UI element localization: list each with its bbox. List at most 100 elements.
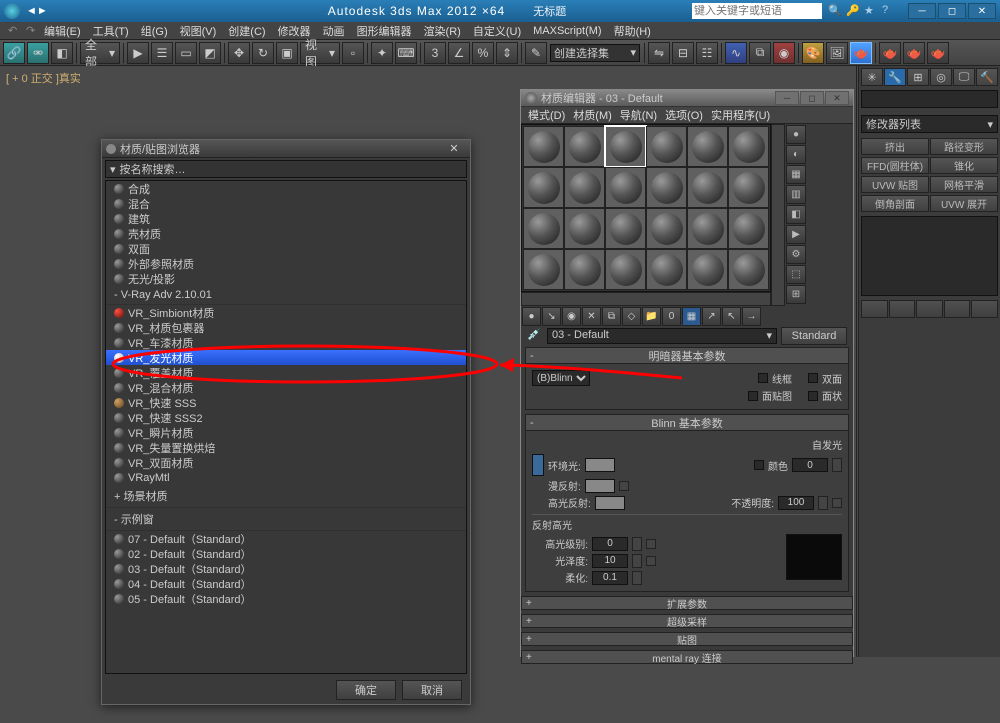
- list-item[interactable]: 混合: [106, 196, 466, 211]
- render-last-icon[interactable]: 🫖: [903, 42, 925, 64]
- curve-editor-icon[interactable]: ∿: [725, 42, 747, 64]
- sample-slot[interactable]: [687, 167, 728, 208]
- history-back[interactable]: ◄: [26, 5, 37, 17]
- sample-slot[interactable]: [564, 208, 605, 249]
- ref-coord[interactable]: 视图 ▾: [300, 42, 340, 64]
- list-item[interactable]: 04 - Default（Standard）: [106, 576, 466, 591]
- mod-unwrap[interactable]: UVW 展开: [930, 195, 998, 212]
- help-search-input[interactable]: [692, 5, 822, 17]
- list-item[interactable]: VR_快速 SSS2: [106, 410, 466, 425]
- pivot-icon[interactable]: ▫: [342, 42, 364, 64]
- mod-taper[interactable]: 锥化: [930, 157, 998, 174]
- show-end-icon[interactable]: ↗: [702, 307, 721, 326]
- gloss-map-button[interactable]: [646, 556, 656, 566]
- mateditor-titlebar[interactable]: 材质编辑器 - 03 - Default ─ ◻ ✕: [521, 90, 853, 107]
- selfillum-value[interactable]: 0: [792, 458, 828, 472]
- tab-hierarchy[interactable]: ⊞: [907, 68, 929, 86]
- sample-slot[interactable]: [728, 167, 769, 208]
- reset-map-icon[interactable]: ✕: [582, 307, 601, 326]
- tab-create[interactable]: ✳: [861, 68, 883, 86]
- mod-extrude[interactable]: 挤出: [861, 138, 929, 155]
- mod-meshsmooth[interactable]: 网格平滑: [930, 176, 998, 193]
- gloss-value[interactable]: 10: [592, 554, 628, 568]
- rollup-maps-hdr[interactable]: +贴图: [521, 632, 853, 646]
- list-item[interactable]: VR_Simbiont材质: [106, 305, 466, 320]
- sample-slot[interactable]: [728, 126, 769, 167]
- help-search[interactable]: [692, 3, 822, 19]
- spinner-snap-icon[interactable]: ⇕: [496, 42, 518, 64]
- material-name-input[interactable]: 03 - Default▾: [547, 328, 777, 344]
- modifier-stack[interactable]: [861, 216, 998, 296]
- tab-motion[interactable]: ◎: [930, 68, 952, 86]
- show-endresult-icon[interactable]: [889, 300, 916, 318]
- group-scene[interactable]: + 场景材质: [106, 485, 466, 508]
- sample-type-icon[interactable]: ●: [786, 125, 806, 144]
- menu-utilities[interactable]: 实用程序(U): [708, 107, 773, 123]
- maximize-button[interactable]: ◻: [938, 3, 966, 19]
- list-item[interactable]: VR_混合材质: [106, 380, 466, 395]
- video-check-icon[interactable]: ◧: [786, 205, 806, 224]
- list-item[interactable]: VR_覆盖材质: [106, 365, 466, 380]
- put-to-scene-icon[interactable]: ↘: [542, 307, 561, 326]
- spinner[interactable]: [832, 458, 842, 472]
- remove-mod-icon[interactable]: [944, 300, 971, 318]
- mateditor-min[interactable]: ─: [775, 91, 799, 105]
- mod-bevelprof[interactable]: 倒角剖面: [861, 195, 929, 212]
- sample-uv-icon[interactable]: ▥: [786, 185, 806, 204]
- menu-options[interactable]: 选项(O): [662, 107, 706, 123]
- mirror-icon[interactable]: ⇋: [648, 42, 670, 64]
- window-crossing-icon[interactable]: ◩: [199, 42, 221, 64]
- sample-slot[interactable]: [646, 126, 687, 167]
- rollup-shader-hdr[interactable]: -明暗器基本参数: [526, 348, 848, 364]
- configure-icon[interactable]: [971, 300, 998, 318]
- tab-modify[interactable]: 🔧: [884, 68, 906, 86]
- modifier-list[interactable]: 修改器列表▾: [861, 115, 998, 133]
- list-item[interactable]: 07 - Default（Standard）: [106, 531, 466, 546]
- menu-material[interactable]: 材质(M): [570, 107, 615, 123]
- viewport-area[interactable]: [ + 0 正交 ]真实 ✳ 🔧 ⊞ ◎ 🖵 🔨 修改器列表▾ 挤出路径变形 F…: [0, 66, 1000, 657]
- menu-customize[interactable]: 自定义(U): [469, 23, 525, 39]
- angle-snap-icon[interactable]: ∠: [448, 42, 470, 64]
- manip-icon[interactable]: ✦: [371, 42, 393, 64]
- link-icon[interactable]: 🔗: [3, 42, 25, 64]
- sample-slot[interactable]: [646, 167, 687, 208]
- list-item[interactable]: 外部参照材质: [106, 256, 466, 271]
- faceted-checkbox[interactable]: [808, 391, 818, 401]
- select-icon[interactable]: ▶: [127, 42, 149, 64]
- sample-slot[interactable]: [523, 126, 564, 167]
- list-item[interactable]: 03 - Default（Standard）: [106, 561, 466, 576]
- mod-uvwmap[interactable]: UVW 贴图: [861, 176, 929, 193]
- background-icon[interactable]: ▦: [786, 165, 806, 184]
- redo-icon[interactable]: ↷: [22, 24, 36, 37]
- rollup-ss-hdr[interactable]: +超级采样: [521, 614, 853, 628]
- list-item[interactable]: VR_车漆材质: [106, 335, 466, 350]
- tab-display[interactable]: 🖵: [953, 68, 975, 86]
- mat-map-nav-icon[interactable]: ⊞: [786, 285, 806, 304]
- matbrowser-search[interactable]: 按名称搜索…: [105, 160, 467, 178]
- spinner[interactable]: [632, 537, 642, 551]
- ambient-swatch[interactable]: [585, 458, 615, 472]
- scale-icon[interactable]: ▣: [276, 42, 298, 64]
- viewport-label[interactable]: [ + 0 正交 ]真实: [6, 70, 81, 86]
- opacity-map-button[interactable]: [832, 498, 842, 508]
- region-rect-icon[interactable]: ▭: [175, 42, 197, 64]
- sample-slot[interactable]: [687, 126, 728, 167]
- sample-vscroll[interactable]: [771, 124, 785, 306]
- sample-slot[interactable]: [646, 249, 687, 290]
- history-fwd[interactable]: ►: [37, 5, 48, 17]
- mateditor-max[interactable]: ◻: [800, 91, 824, 105]
- spinner[interactable]: [818, 496, 828, 510]
- spinner[interactable]: [632, 554, 642, 568]
- soften-value[interactable]: 0.1: [592, 571, 628, 585]
- list-item[interactable]: 双面: [106, 241, 466, 256]
- backlight-icon[interactable]: ◐: [786, 145, 806, 164]
- named-selset[interactable]: 创建选择集▾: [550, 44, 640, 62]
- sample-slot[interactable]: [564, 126, 605, 167]
- go-parent-icon[interactable]: ↖: [722, 307, 741, 326]
- snap-icon[interactable]: 3: [424, 42, 446, 64]
- mateditor-close[interactable]: ✕: [825, 91, 849, 105]
- render-preset-icon[interactable]: 🫖: [879, 42, 901, 64]
- layers-icon[interactable]: ☷: [696, 42, 718, 64]
- list-item[interactable]: VRayMtl: [106, 470, 466, 485]
- ok-button[interactable]: 确定: [336, 680, 396, 700]
